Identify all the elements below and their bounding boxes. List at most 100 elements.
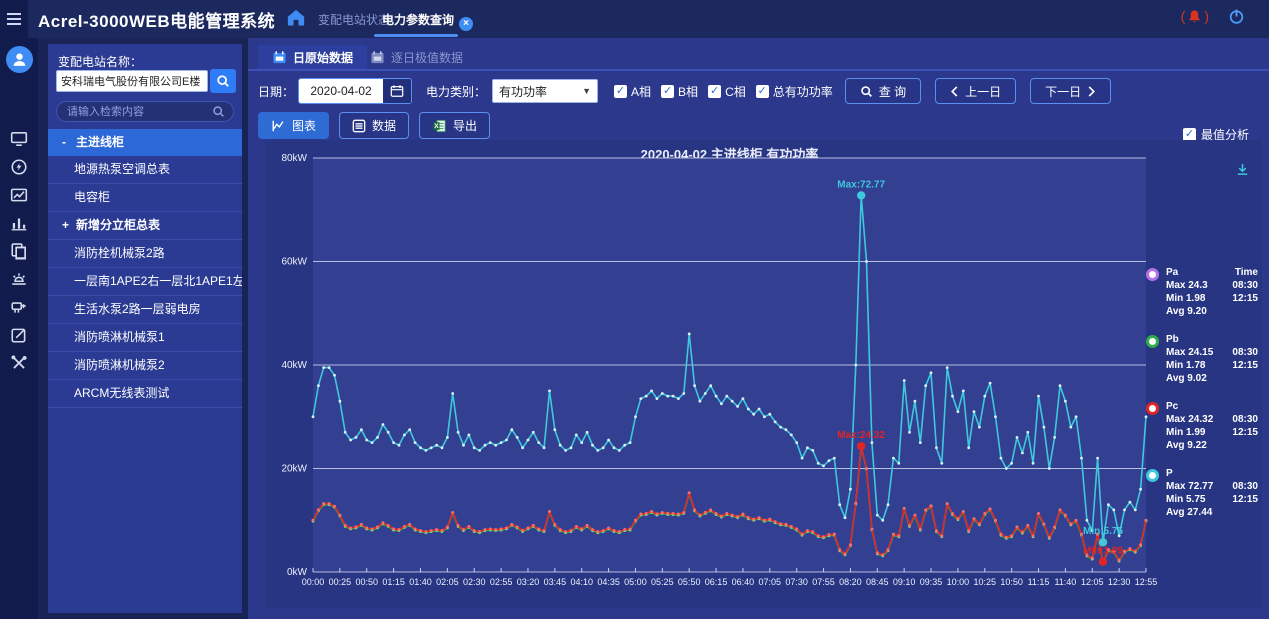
line-chart-icon [271,119,286,133]
sidebar-item[interactable]: 一层南1APE2右一层北1APE1左 [48,268,242,296]
phase-checkbox[interactable]: ✓ 总有功功率 [756,83,833,100]
sidebar-item-label: 主进线柜 [76,135,124,149]
svg-text:04:35: 04:35 [597,577,620,587]
sidebar-item-label: 消防喷淋机械泵1 [74,330,165,344]
sidebar-item[interactable]: 电容柜 [48,184,242,212]
close-tab-icon[interactable]: × [459,17,473,31]
edit-icon[interactable] [10,326,28,344]
data-list-icon [352,119,366,133]
calendar-icon [272,50,287,65]
chart-view-label: 图表 [292,117,316,134]
sidebar-item[interactable]: -主进线柜 [48,129,242,156]
date-label: 日期： [258,83,294,100]
checkbox-check-icon: ✓ [661,85,674,98]
svg-text:03:45: 03:45 [544,577,567,587]
sidebar-item[interactable]: +新增分立柜总表 [48,212,242,240]
hamburger-menu-icon[interactable] [0,0,28,38]
tab-daily-extreme-data[interactable]: 逐日极值数据 [356,45,477,69]
sidebar-item-label: ARCM无线表测试 [74,386,169,400]
power-icon[interactable] [1228,8,1245,25]
phase-checkbox[interactable]: ✓A相 [614,83,651,100]
device-icon[interactable] [10,298,28,316]
sidebar-item[interactable]: 消防栓机械泵2路 [48,240,242,268]
nav-tab-label: 电力参数查询 [382,13,454,27]
sidebar-item[interactable]: 消防喷淋机械泵1 [48,324,242,352]
avatar[interactable] [6,46,33,73]
search-icon [860,85,873,98]
prev-day-label: 上一日 [965,83,1001,100]
phase-checkbox[interactable]: ✓C相 [708,83,746,100]
left-icon-rail [0,38,38,619]
sidebar-item-label: 一层南1APE2右一层北1APE1左 [74,274,242,288]
tree-search-input[interactable] [65,105,212,119]
sidebar-item[interactable]: 地源热泵空调总表 [48,156,242,184]
alarm-lamp-icon[interactable] [10,270,28,288]
svg-text:12:05: 12:05 [1081,577,1104,587]
export-label: 导出 [453,117,477,134]
nav-tab-power-query[interactable]: 电力参数查询 × [382,11,473,31]
sidebar-item-label: 地源热泵空调总表 [74,162,170,176]
expand-icon[interactable]: + [62,212,76,239]
category-value: 有功功率 [499,83,547,100]
prev-day-button[interactable]: 上一日 [935,78,1016,104]
nav-tab-station-status[interactable]: 变配电站状态 [318,11,390,28]
sidebar-item-label: 消防喷淋机械泵2 [74,358,165,372]
query-label: 查 询 [879,83,906,100]
tools-icon[interactable] [10,354,28,372]
svg-text:05:50: 05:50 [678,577,701,587]
svg-text:01:40: 01:40 [409,577,432,587]
topbar: Acrel-3000WEB电能管理系统 变配电站状态 电力参数查询× () [0,0,1269,38]
category-select[interactable]: 有功功率 ▼ [492,79,598,103]
max-annotation: Max:24.32 [837,430,885,441]
chevron-left-icon [950,86,959,97]
excel-icon: X [432,119,447,133]
station-search-button[interactable] [210,69,236,93]
phase-checkbox[interactable]: ✓B相 [661,83,698,100]
data-view-button[interactable]: 数据 [339,112,409,139]
query-button[interactable]: 查 询 [845,78,921,104]
legend-item: PMax 72.7708:30Min 5.7512:15Avg 27.44 [1146,467,1258,519]
tab-label: 日原始数据 [293,49,353,66]
bar-chart-icon[interactable] [10,214,28,232]
sidebar-item[interactable]: 消防喷淋机械泵2 [48,352,242,380]
chart-panel: 2020-04-02 主进线柜 有功功率 0kW20kW40kW60kW80kW… [265,140,1262,608]
chart-view-button[interactable]: 图表 [258,112,329,139]
station-name-label: 变配电站名称： [58,53,142,70]
svg-text:00:50: 00:50 [355,577,378,587]
collapse-icon[interactable]: - [62,129,76,156]
sidebar-item[interactable]: ARCM无线表测试 [48,380,242,408]
tab-daily-raw-data[interactable]: 日原始数据 [258,45,367,69]
svg-text:05:00: 05:00 [624,577,647,587]
svg-text:08:45: 08:45 [866,577,889,587]
legend-series-stats: PMax 72.7708:30Min 5.7512:15Avg 27.44 [1166,467,1258,519]
svg-text:X: X [434,123,439,130]
chevron-down-icon: ▼ [582,86,591,96]
tree-search-box[interactable] [56,101,234,122]
category-label: 电力类别： [426,83,486,100]
documents-icon[interactable] [10,242,28,260]
phase-checkbox-label: 总有功功率 [773,83,833,100]
legend-series-dot [1146,335,1159,348]
checkbox-check-icon: ✓ [756,85,769,98]
calendar-button[interactable] [383,79,411,103]
energy-icon[interactable] [10,158,28,176]
view-toolbar: 图表 数据 X 导出 [258,112,500,139]
monitor-icon[interactable] [10,130,28,148]
report-icon[interactable] [10,186,28,204]
sidebar: 变配电站名称： -主进线柜地源热泵空调总表电容柜+新增分立柜总表消防栓机械泵2路… [48,44,242,613]
date-input[interactable] [299,79,383,103]
svg-text:11:15: 11:15 [1028,577,1050,587]
legend-series-stats: PcMax 24.3208:30Min 1.9912:15Avg 9.22 [1166,400,1258,452]
export-button[interactable]: X 导出 [419,112,490,139]
station-name-input[interactable] [56,70,208,92]
chart-svg[interactable]: 0kW20kW40kW60kW80kW00:0000:2500:5001:150… [265,140,1262,608]
next-day-button[interactable]: 下一日 [1030,78,1111,104]
svg-text:02:55: 02:55 [490,577,513,587]
svg-text:04:10: 04:10 [570,577,593,587]
tab-label: 逐日极值数据 [391,49,463,66]
sidebar-item[interactable]: 生活水泵2路一层弱电房 [48,296,242,324]
svg-text:01:15: 01:15 [382,577,405,587]
svg-text:09:10: 09:10 [893,577,916,587]
home-icon[interactable] [286,8,306,28]
alarm-bell-icon[interactable]: () [1181,8,1209,24]
